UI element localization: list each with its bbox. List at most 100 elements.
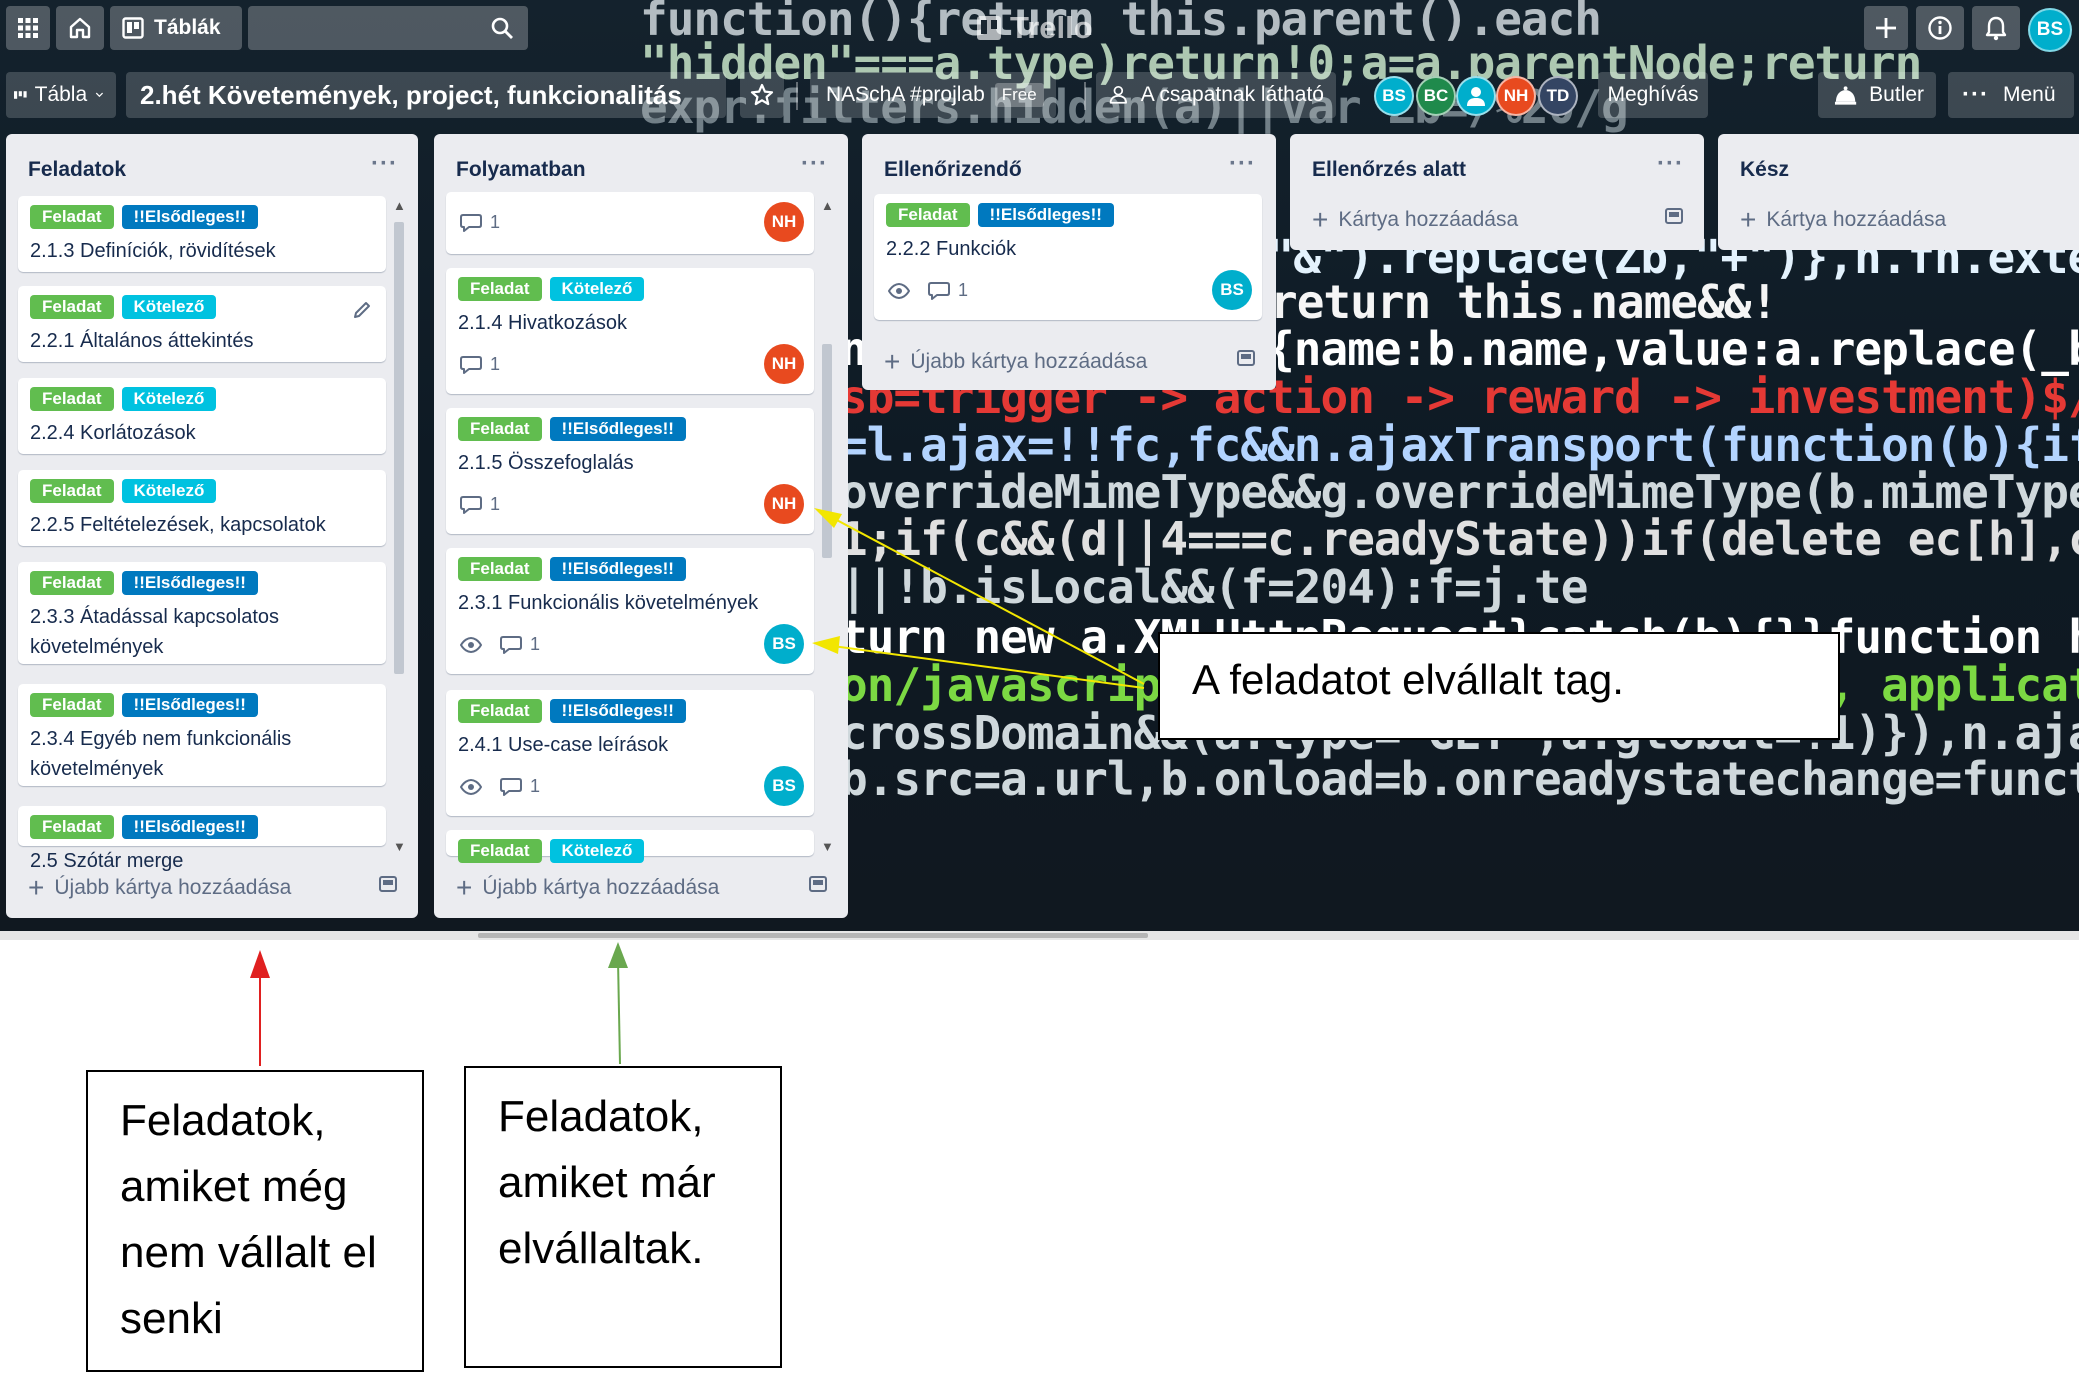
- apps-grid-icon[interactable]: [6, 6, 50, 50]
- list-scrollbar[interactable]: ▲ ▼: [818, 194, 836, 856]
- card-label[interactable]: !!Elsődleges!!: [549, 417, 686, 441]
- star-icon[interactable]: [740, 72, 784, 118]
- member-avatar[interactable]: BC: [1416, 76, 1456, 116]
- scroll-thumb[interactable]: [822, 344, 832, 558]
- card-label[interactable]: !!Elsődleges!!: [977, 203, 1114, 227]
- list-scrollbar[interactable]: ▲ ▼: [390, 194, 408, 856]
- plus-icon: +: [1312, 204, 1329, 235]
- plus-icon[interactable]: [1864, 6, 1908, 50]
- board-header-bar: Tábla 2.hét Követemények, project, funkc…: [0, 64, 2079, 134]
- bell-icon[interactable]: [1972, 6, 2020, 50]
- scroll-up-icon[interactable]: ▲: [393, 198, 406, 213]
- card-label[interactable]: Kötelező: [121, 295, 217, 319]
- card-label[interactable]: !!Elsődleges!!: [549, 699, 686, 723]
- card[interactable]: Feladat !!Elsődleges!! 2.3.4 Egyéb nem fun…: [18, 684, 386, 786]
- list-title[interactable]: Folyamatban: [456, 158, 586, 182]
- add-card-button[interactable]: + Kártya hozzáadása: [1312, 204, 1518, 236]
- add-card-button[interactable]: + Újabb kártya hozzáadása: [28, 872, 291, 904]
- home-icon[interactable]: [56, 6, 104, 50]
- horizontal-scroll-thumb[interactable]: [478, 933, 1148, 938]
- comment-icon: [500, 635, 522, 654]
- list-title[interactable]: Kész: [1740, 158, 1789, 182]
- butler-button[interactable]: Butler: [1818, 72, 1936, 118]
- card-label[interactable]: !!Elsődleges!!: [549, 557, 686, 581]
- card-label[interactable]: Feladat: [30, 387, 114, 411]
- card-member-avatar[interactable]: NH: [764, 202, 804, 242]
- card-label[interactable]: Feladat: [458, 417, 542, 441]
- card-template-icon[interactable]: [1664, 206, 1684, 231]
- scroll-thumb[interactable]: [394, 222, 404, 674]
- card-member-avatar[interactable]: BS: [1212, 270, 1252, 310]
- card-member-avatar[interactable]: BS: [764, 624, 804, 664]
- card-label[interactable]: Kötelező: [549, 839, 645, 863]
- card-template-icon[interactable]: [1236, 348, 1256, 373]
- trello-logo[interactable]: Trello: [976, 10, 1093, 46]
- board-title[interactable]: 2.hét Követemények, project, funkcionali…: [126, 72, 726, 118]
- card[interactable]: Feladat Kötelező 2.1.4 Hivatkozások 1 NH: [446, 268, 814, 394]
- card[interactable]: Feladat Kötelező 2.2.5 Feltételezések, kap…: [18, 470, 386, 546]
- card-label[interactable]: Feladat: [458, 557, 542, 581]
- board-view-switcher[interactable]: Tábla: [6, 72, 116, 118]
- card-label[interactable]: !!Elsődleges!!: [121, 815, 258, 839]
- card-label[interactable]: Feladat: [30, 815, 114, 839]
- card-label[interactable]: Kötelező: [121, 387, 217, 411]
- member-avatar[interactable]: [1456, 76, 1496, 116]
- card[interactable]: Feladat !!Elsődleges!! 2.2.2 Funkciók 1 BS: [874, 194, 1262, 320]
- info-icon[interactable]: [1916, 6, 1964, 50]
- add-card-button[interactable]: + Újabb kártya hozzáadása: [884, 346, 1147, 378]
- list-menu-icon[interactable]: ···: [1229, 150, 1256, 178]
- scroll-up-icon[interactable]: ▲: [821, 198, 834, 213]
- list-title[interactable]: Ellenőrzés alatt: [1312, 158, 1466, 182]
- card-label[interactable]: !!Elsődleges!!: [121, 205, 258, 229]
- card-label[interactable]: Feladat: [30, 295, 114, 319]
- card-label[interactable]: !!Elsődleges!!: [121, 693, 258, 717]
- card-member-avatar[interactable]: NH: [764, 344, 804, 384]
- scroll-down-icon[interactable]: ▼: [393, 839, 406, 854]
- visibility-button[interactable]: A csapatnak látható: [1096, 72, 1336, 118]
- user-avatar[interactable]: BS: [2028, 8, 2072, 52]
- card-label[interactable]: Feladat: [886, 203, 970, 227]
- card-member-avatar[interactable]: BS: [764, 766, 804, 806]
- card-label[interactable]: Feladat: [458, 277, 542, 301]
- card-label[interactable]: Feladat: [30, 479, 114, 503]
- card-member-avatar[interactable]: NH: [764, 484, 804, 524]
- list-menu-icon[interactable]: ···: [1657, 150, 1684, 178]
- card-label[interactable]: Kötelező: [549, 277, 645, 301]
- list-title[interactable]: Ellenőrizendő: [884, 158, 1022, 182]
- card[interactable]: 1 NH: [446, 192, 814, 254]
- card-label[interactable]: !!Elsődleges!!: [121, 571, 258, 595]
- add-card-button[interactable]: + Kártya hozzáadása: [1740, 204, 1946, 236]
- scroll-down-icon[interactable]: ▼: [821, 839, 834, 854]
- member-avatar[interactable]: TD: [1538, 76, 1578, 116]
- card[interactable]: Feladat !!Elsődleges!! 2.4.1 Use-case leír…: [446, 690, 814, 816]
- card[interactable]: Feladat !!Elsődleges!! 2.5 Szótár merge: [18, 806, 386, 872]
- card-label[interactable]: Feladat: [30, 205, 114, 229]
- member-avatar[interactable]: NH: [1496, 76, 1536, 116]
- card[interactable]: Feladat !!Elsődleges!! 2.3.3 Átadással kap…: [18, 562, 386, 664]
- card-label[interactable]: Feladat: [458, 839, 542, 863]
- card-label[interactable]: Kötelező: [121, 479, 217, 503]
- card-label[interactable]: Feladat: [30, 693, 114, 717]
- card[interactable]: Feladat Kötelező 2.2.4 Korlátozások: [18, 378, 386, 454]
- card-template-icon[interactable]: [378, 874, 398, 899]
- menu-button[interactable]: ··· Menü: [1948, 72, 2074, 118]
- boards-button[interactable]: Táblák: [110, 6, 242, 50]
- card-label[interactable]: Feladat: [458, 699, 542, 723]
- team-button[interactable]: NASchA #projlab Free: [810, 72, 1056, 118]
- list-title[interactable]: Feladatok: [28, 158, 126, 182]
- card[interactable]: Feladat !!Elsődleges!! 2.1.5 Összefoglalás…: [446, 408, 814, 534]
- card-template-icon[interactable]: [808, 874, 828, 899]
- card[interactable]: Feladat !!Elsődleges!! 2.3.1 Funkcionális …: [446, 548, 814, 674]
- edit-pencil-icon[interactable]: [352, 300, 372, 325]
- invite-button[interactable]: Meghívás: [1598, 72, 1708, 118]
- list-menu-icon[interactable]: ···: [801, 150, 828, 178]
- card[interactable]: Feladat Kötelező: [446, 830, 814, 863]
- card[interactable]: Feladat Kötelező 2.2.1 Általános áttekinté…: [18, 286, 386, 362]
- search-input[interactable]: [248, 6, 528, 50]
- member-avatar[interactable]: BS: [1374, 76, 1414, 116]
- card-label[interactable]: Feladat: [30, 571, 114, 595]
- card[interactable]: Feladat !!Elsődleges!! 2.1.3 Definíciók, r…: [18, 196, 386, 272]
- list-menu-icon[interactable]: ···: [371, 150, 398, 178]
- add-card-button[interactable]: + Újabb kártya hozzáadása: [456, 872, 719, 904]
- board-horizontal-scrollbar[interactable]: [0, 931, 2079, 940]
